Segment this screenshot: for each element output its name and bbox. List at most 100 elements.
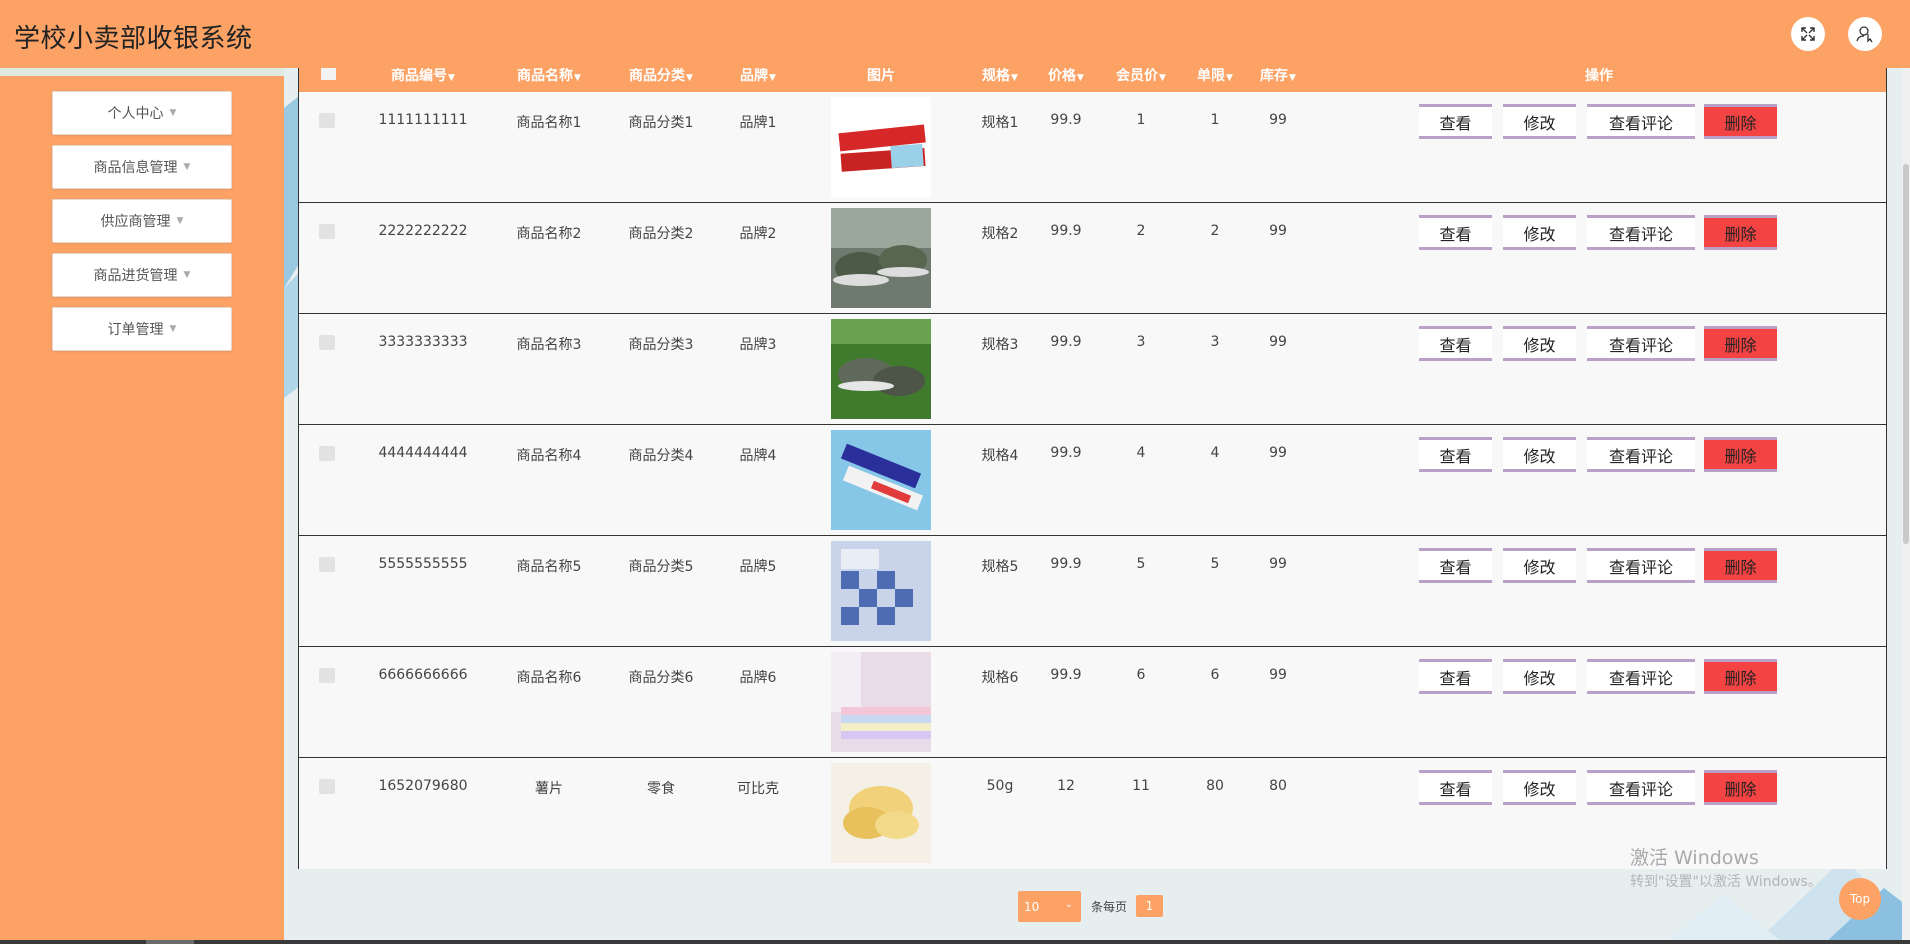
product-image[interactable] bbox=[831, 652, 931, 752]
column-header[interactable]: 品牌▼ bbox=[740, 65, 776, 85]
column-header[interactable]: 会员价▼ bbox=[1116, 65, 1166, 85]
page-size-select[interactable]: 10 ⌄ bbox=[1018, 891, 1081, 922]
product-image[interactable] bbox=[831, 763, 931, 863]
cell-product-id: 4444444444 bbox=[378, 445, 468, 461]
column-header[interactable]: 商品名称▼ bbox=[517, 65, 581, 85]
view-button[interactable]: 查看 bbox=[1419, 770, 1492, 805]
caret-down-icon: ▼ bbox=[183, 162, 191, 172]
sort-icon: ▼ bbox=[1077, 73, 1084, 83]
cell-product-name: 商品名称5 bbox=[516, 559, 582, 575]
view-button[interactable]: 查看 bbox=[1419, 548, 1492, 583]
delete-button[interactable]: 删除 bbox=[1704, 659, 1777, 694]
column-header[interactable]: 价格▼ bbox=[1048, 65, 1084, 85]
sort-icon: ▼ bbox=[769, 73, 776, 83]
row-checkbox[interactable] bbox=[319, 113, 335, 128]
scrollbar-thumb[interactable] bbox=[1903, 164, 1909, 544]
table-row: 3333333333 商品名称3 商品分类3 品牌3 规格3 99.9 3 3 99 查看 修改 查看… bbox=[299, 314, 1886, 425]
sidebar-item-label: 商品信息管理 bbox=[93, 160, 178, 176]
column-label: 商品编号 bbox=[391, 68, 448, 84]
cell-spec: 规格5 bbox=[981, 559, 1019, 575]
page-number-button[interactable]: 1 bbox=[1136, 895, 1163, 917]
sidebar-item-product-info[interactable]: 商品信息管理 ▼ bbox=[52, 145, 232, 189]
row-checkbox[interactable] bbox=[319, 779, 335, 794]
delete-button[interactable]: 删除 bbox=[1704, 326, 1777, 361]
delete-button[interactable]: 删除 bbox=[1704, 548, 1777, 583]
cell-stock: 99 bbox=[1269, 445, 1287, 461]
table-row: 1111111111 商品名称1 商品分类1 品牌1 规格1 99.9 1 1 99 查看 修改 查看… bbox=[299, 92, 1886, 203]
column-header[interactable]: 规格▼ bbox=[982, 65, 1018, 85]
view-reviews-button[interactable]: 查看评论 bbox=[1587, 548, 1695, 583]
view-button[interactable]: 查看 bbox=[1419, 437, 1492, 472]
column-label: 规格 bbox=[982, 68, 1011, 84]
sidebar-item-purchase[interactable]: 商品进货管理 ▼ bbox=[52, 253, 232, 297]
view-button[interactable]: 查看 bbox=[1419, 215, 1492, 250]
product-image[interactable] bbox=[831, 430, 931, 530]
cell-member-price: 2 bbox=[1136, 223, 1146, 239]
delete-button[interactable]: 删除 bbox=[1704, 215, 1777, 250]
product-image[interactable] bbox=[831, 97, 931, 197]
cell-price: 99.9 bbox=[1050, 112, 1082, 128]
cell-product-id: 2222222222 bbox=[378, 223, 468, 239]
sidebar-divider bbox=[0, 68, 284, 76]
sidebar-item-personal-center[interactable]: 个人中心 ▼ bbox=[52, 91, 232, 135]
row-checkbox[interactable] bbox=[319, 224, 335, 239]
edit-button[interactable]: 修改 bbox=[1503, 215, 1576, 250]
product-image[interactable] bbox=[831, 208, 931, 308]
sidebar-item-label: 商品进货管理 bbox=[93, 268, 178, 284]
cell-limit: 80 bbox=[1206, 778, 1224, 794]
delete-button[interactable]: 删除 bbox=[1704, 770, 1777, 805]
row-checkbox[interactable] bbox=[319, 446, 335, 461]
cell-brand: 品牌2 bbox=[739, 226, 777, 242]
column-label: 单限 bbox=[1197, 68, 1226, 84]
sort-icon: ▼ bbox=[1226, 73, 1233, 83]
back-to-top-button[interactable]: Top bbox=[1839, 878, 1881, 920]
edit-button[interactable]: 修改 bbox=[1503, 770, 1576, 805]
row-checkbox[interactable] bbox=[319, 557, 335, 572]
user-menu-button[interactable] bbox=[1848, 17, 1882, 51]
view-button[interactable]: 查看 bbox=[1419, 659, 1492, 694]
edit-button[interactable]: 修改 bbox=[1503, 437, 1576, 472]
row-checkbox[interactable] bbox=[319, 335, 335, 350]
delete-button[interactable]: 删除 bbox=[1704, 437, 1777, 472]
column-header[interactable]: 单限▼ bbox=[1197, 65, 1233, 85]
view-reviews-button[interactable]: 查看评论 bbox=[1587, 326, 1695, 361]
view-button[interactable]: 查看 bbox=[1419, 104, 1492, 139]
product-image[interactable] bbox=[831, 319, 931, 419]
view-reviews-button[interactable]: 查看评论 bbox=[1587, 215, 1695, 250]
cell-price: 99.9 bbox=[1050, 445, 1082, 461]
column-label: 会员价 bbox=[1116, 68, 1159, 84]
view-button[interactable]: 查看 bbox=[1419, 326, 1492, 361]
view-reviews-button[interactable]: 查看评论 bbox=[1587, 770, 1695, 805]
view-reviews-button[interactable]: 查看评论 bbox=[1587, 437, 1695, 472]
edit-button[interactable]: 修改 bbox=[1503, 104, 1576, 139]
column-label: 商品名称 bbox=[517, 68, 574, 84]
cell-spec: 规格3 bbox=[981, 337, 1019, 353]
cell-limit: 6 bbox=[1210, 667, 1220, 683]
column-header[interactable]: 商品分类▼ bbox=[629, 65, 693, 85]
sidebar-item-label: 供应商管理 bbox=[100, 214, 171, 230]
edit-button[interactable]: 修改 bbox=[1503, 659, 1576, 694]
column-header: 操作 bbox=[1585, 65, 1613, 85]
taskbar-item[interactable] bbox=[146, 940, 194, 944]
product-image[interactable] bbox=[831, 541, 931, 641]
sidebar-item-supplier[interactable]: 供应商管理 ▼ bbox=[52, 199, 232, 243]
sidebar-item-orders[interactable]: 订单管理 ▼ bbox=[52, 307, 232, 351]
view-reviews-button[interactable]: 查看评论 bbox=[1587, 104, 1695, 139]
column-header[interactable]: 商品编号▼ bbox=[391, 65, 455, 85]
delete-button[interactable]: 删除 bbox=[1704, 104, 1777, 139]
cell-product-name: 商品名称6 bbox=[516, 670, 582, 686]
sort-icon: ▼ bbox=[574, 73, 581, 83]
edit-button[interactable]: 修改 bbox=[1503, 326, 1576, 361]
column-header: 图片 bbox=[867, 65, 895, 85]
view-reviews-button[interactable]: 查看评论 bbox=[1587, 659, 1695, 694]
cell-category: 商品分类3 bbox=[628, 337, 694, 353]
fullscreen-button[interactable] bbox=[1791, 17, 1825, 51]
edit-button[interactable]: 修改 bbox=[1503, 548, 1576, 583]
cell-spec: 规格4 bbox=[981, 448, 1019, 464]
table-row: 4444444444 商品名称4 商品分类4 品牌4 规格4 99.9 4 4 99 查看 修改 查看… bbox=[299, 425, 1886, 536]
row-checkbox[interactable] bbox=[319, 668, 335, 683]
product-table: 商品编号▼ 商品名称▼ 商品分类▼ 品牌▼ 图片 规格▼ 价格▼ 会员价▼ 单限… bbox=[298, 56, 1887, 869]
page-scrollbar[interactable] bbox=[1902, 68, 1910, 940]
select-all-checkbox[interactable] bbox=[321, 67, 336, 80]
column-header[interactable]: 库存▼ bbox=[1260, 65, 1296, 85]
